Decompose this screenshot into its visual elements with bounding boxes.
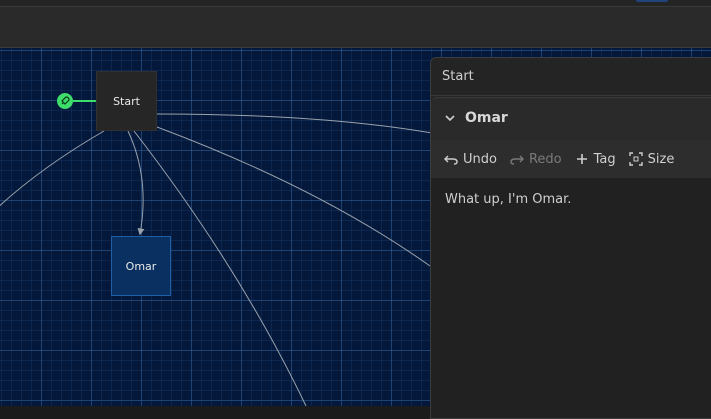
card-header[interactable]: Omar — [443, 108, 508, 128]
undo-icon — [444, 155, 458, 165]
passage-node-label: Start — [113, 94, 140, 108]
size-label: Size — [647, 151, 675, 167]
card-toolbar: Undo Redo Tag Size — [431, 140, 711, 178]
undo-label: Undo — [463, 151, 497, 167]
entry-connector — [73, 100, 96, 102]
edge-start-right-low — [156, 126, 431, 267]
passage-card: Omar Undo Redo Tag Size What up, I'm Oma… — [431, 97, 711, 418]
passage-text[interactable]: What up, I'm Omar. — [445, 192, 571, 207]
toolbar — [0, 7, 711, 48]
panel-title: Start — [442, 69, 474, 84]
top-action-button[interactable] — [636, 0, 668, 2]
passage-text-editor[interactable]: What up, I'm Omar. — [431, 178, 711, 418]
redo-label: Redo — [528, 151, 562, 167]
passage-node-label: Omar — [125, 259, 157, 273]
passage-name: Omar — [465, 110, 508, 126]
passage-node-omar[interactable]: Omar — [111, 236, 171, 296]
plus-icon — [576, 154, 587, 164]
divider — [431, 95, 711, 96]
tag-button[interactable]: Tag — [575, 152, 616, 167]
redo-button[interactable]: Redo — [510, 152, 562, 167]
rocket-icon[interactable] — [57, 93, 73, 109]
size-button[interactable]: Size — [628, 151, 675, 167]
passage-node-start[interactable]: Start — [96, 71, 157, 131]
resize-icon — [628, 152, 643, 166]
passage-edit-panel: Start Omar Undo Redo Tag Size What up, I… — [430, 57, 711, 419]
undo-button[interactable]: Undo — [444, 152, 497, 167]
tag-label: Tag — [593, 151, 616, 167]
redo-icon — [510, 155, 524, 165]
edge-start-left — [0, 130, 105, 207]
top-menu-bar — [0, 0, 711, 7]
edge-start-right-high — [156, 113, 433, 134]
chevron-down-icon[interactable] — [443, 111, 457, 125]
edge-start-omar — [127, 130, 145, 236]
